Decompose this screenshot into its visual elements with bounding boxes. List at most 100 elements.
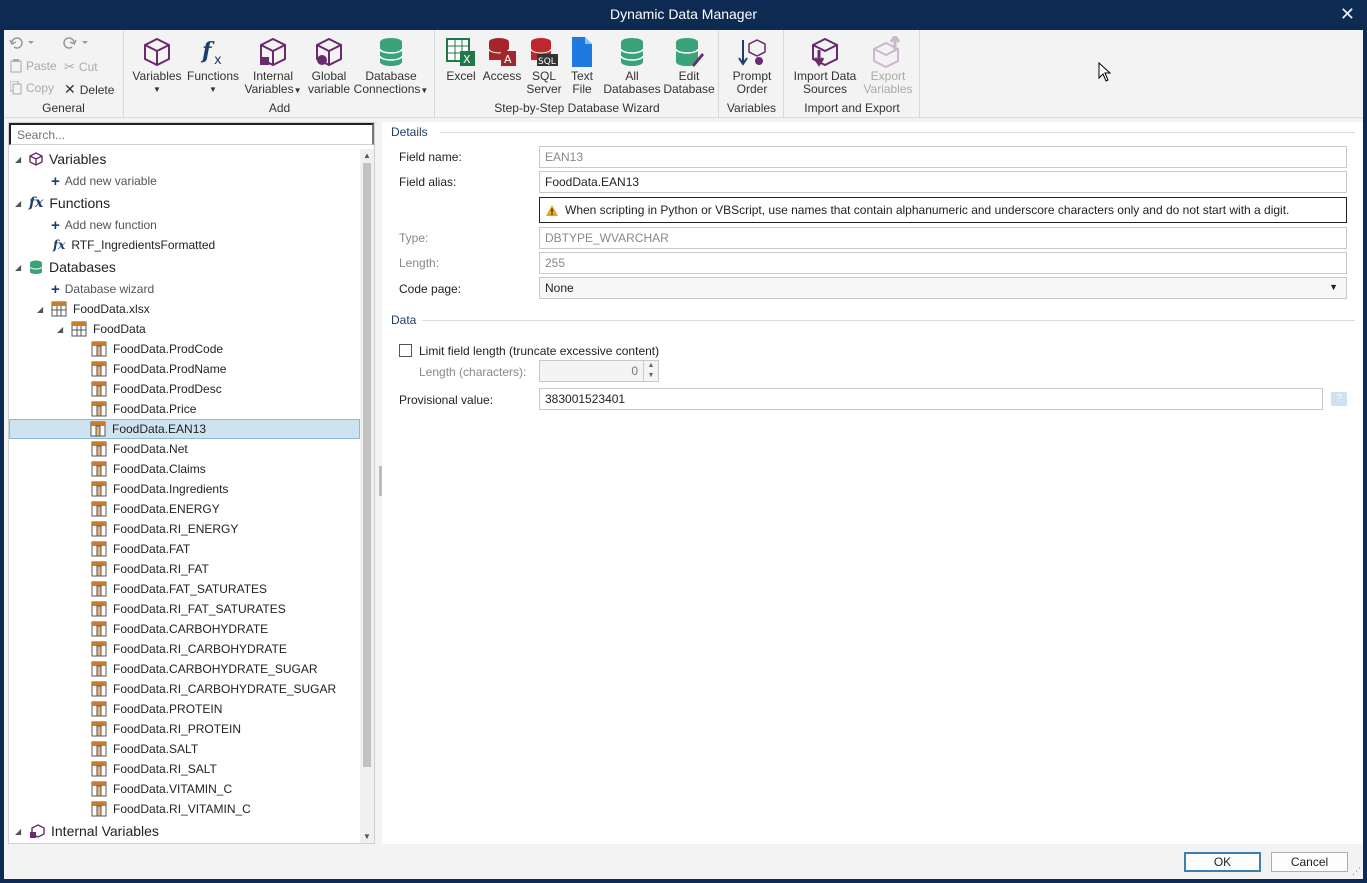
- svg-text:X: X: [463, 53, 471, 66]
- paste-button[interactable]: Paste: [10, 59, 57, 73]
- tree-field-item[interactable]: FoodData.FAT: [91, 539, 190, 559]
- global-variable-button[interactable]: Global variable: [303, 34, 355, 96]
- code-page-select[interactable]: None ▼: [539, 277, 1347, 299]
- variables-button[interactable]: Variables ▼: [131, 34, 183, 96]
- stepper-arrows[interactable]: ▲ ▼: [643, 361, 658, 381]
- delete-button[interactable]: ✕ Delete: [64, 81, 114, 98]
- tree-field-item[interactable]: FoodData.Net: [91, 439, 188, 459]
- stepper-down-icon[interactable]: ▼: [644, 371, 658, 381]
- close-icon[interactable]: ✕: [1340, 4, 1355, 25]
- excel-button[interactable]: X Excel: [444, 34, 478, 83]
- tree-field-item[interactable]: FoodData.RI_VITAMIN_C: [91, 799, 251, 819]
- tree-node-databases[interactable]: Databases: [29, 257, 116, 277]
- limit-length-label[interactable]: Limit field length (truncate excessive c…: [419, 344, 659, 358]
- collapse-arrow-icon[interactable]: ◢: [37, 305, 43, 314]
- tree-node-variables[interactable]: Variables: [29, 149, 106, 169]
- tree-field-item[interactable]: FoodData.Ingredients: [91, 479, 228, 499]
- tree-field-item[interactable]: FoodData.Price: [91, 399, 196, 419]
- window-title: Dynamic Data Manager: [609, 6, 758, 22]
- tree-field-item[interactable]: FoodData.FAT_SATURATES: [91, 579, 267, 599]
- ribbon-group-wizard: X Excel A Access SQL SQL Server Text Fil…: [436, 30, 719, 118]
- type-input[interactable]: DBTYPE_WVARCHAR: [539, 227, 1347, 249]
- tree-field-item[interactable]: FoodData.Claims: [91, 459, 206, 479]
- copy-button[interactable]: Copy: [10, 81, 54, 95]
- tree-field-item[interactable]: FoodData.RI_FAT_SATURATES: [91, 599, 286, 619]
- svg-text:SQL: SQL: [538, 57, 556, 67]
- tree-field-item[interactable]: FoodData.RI_FAT: [91, 559, 209, 579]
- functions-button[interactable]: fx Functions ▼: [185, 34, 241, 96]
- tree-field-item[interactable]: FoodData.EAN13: [9, 419, 360, 439]
- tree-node-functions[interactable]: fx Functions: [29, 193, 110, 213]
- internal-variables-button[interactable]: Internal Variables▼: [243, 34, 303, 97]
- tree-node-internal-variables[interactable]: Internal Variables: [29, 821, 159, 841]
- length-input[interactable]: 255: [539, 252, 1347, 274]
- provisional-value-input[interactable]: 383001523401: [539, 388, 1323, 410]
- dropdown-caret-icon: ▼: [153, 85, 161, 94]
- edit-database-button[interactable]: Edit Database: [662, 34, 716, 96]
- undo-button[interactable]: [8, 36, 34, 50]
- tree-field-item[interactable]: FoodData.ProdDesc: [91, 379, 222, 399]
- function-fx-icon: fx: [29, 195, 44, 211]
- dialog-window: Paste ✂ Cut Copy ✕ Delete General Variab…: [4, 30, 1363, 879]
- tree-field-item[interactable]: FoodData.RI_CARBOHYDRATE: [91, 639, 287, 659]
- tree-field-item[interactable]: FoodData.CARBOHYDRATE_SUGAR: [91, 659, 318, 679]
- text-file-icon: [572, 37, 592, 67]
- tree-field-item[interactable]: FoodData.VITAMIN_C: [91, 779, 232, 799]
- collapse-arrow-icon[interactable]: ◢: [57, 325, 63, 334]
- stepper-up-icon[interactable]: ▲: [644, 361, 658, 371]
- tree-field-item[interactable]: FoodData.ProdCode: [91, 339, 223, 359]
- length-characters-label: Length (characters):: [419, 365, 527, 379]
- limit-length-checkbox[interactable]: [399, 344, 412, 357]
- tree-add-function[interactable]: + Add new function: [51, 215, 157, 235]
- export-variables-button[interactable]: Export Variables: [861, 34, 915, 96]
- collapse-arrow-icon[interactable]: ◢: [15, 199, 21, 208]
- tree-field-item[interactable]: FoodData.RI_CARBOHYDRATE_SUGAR: [91, 679, 336, 699]
- collapse-arrow-icon[interactable]: ◢: [15, 263, 21, 272]
- sql-server-button[interactable]: SQL SQL Server: [524, 34, 564, 96]
- ok-button[interactable]: OK: [1184, 852, 1261, 872]
- plus-icon: +: [51, 172, 60, 190]
- tree-field-item[interactable]: FoodData.SALT: [91, 739, 198, 759]
- redo-button[interactable]: [60, 36, 90, 50]
- field-alias-input[interactable]: FoodData.EAN13: [539, 171, 1347, 193]
- speech-bubble-icon[interactable]: ?: [1331, 392, 1347, 406]
- tree-database-wizard[interactable]: + Database wizard: [51, 279, 154, 299]
- tree-field-item[interactable]: FoodData.ProdName: [91, 359, 226, 379]
- length-characters-stepper[interactable]: 0 ▲ ▼: [539, 360, 659, 382]
- text-file-button[interactable]: Text File: [564, 34, 600, 96]
- tree-field-item[interactable]: FoodData.RI_ENERGY: [91, 519, 238, 539]
- tree-function-item[interactable]: fx RTF_IngredientsFormatted: [53, 235, 215, 255]
- tree-field-item[interactable]: FoodData.RI_PROTEIN: [91, 719, 241, 739]
- scroll-up-icon[interactable]: ▲: [363, 151, 371, 160]
- database-connections-button[interactable]: Database Connections▼: [353, 34, 429, 97]
- collapse-arrow-icon[interactable]: ◢: [15, 155, 21, 164]
- tree-node-file[interactable]: FoodData.xlsx: [51, 299, 150, 319]
- import-icon: [812, 37, 838, 67]
- column-field-icon: [91, 341, 107, 357]
- scroll-down-icon[interactable]: ▼: [363, 832, 371, 841]
- column-field-icon: [91, 401, 107, 417]
- tree-field-item[interactable]: FoodData.PROTEIN: [91, 699, 222, 719]
- field-name-input[interactable]: EAN13: [539, 146, 1347, 168]
- tree-field-item[interactable]: FoodData.CARBOHYDRATE: [91, 619, 268, 639]
- column-field-icon: [91, 501, 107, 517]
- expand-arrow-icon[interactable]: ◢: [15, 827, 21, 836]
- ribbon-group-import-export: Import Data Sources Export Variables Imp…: [785, 30, 920, 118]
- tree-field-item[interactable]: FoodData.RI_SALT: [91, 759, 217, 779]
- all-databases-button[interactable]: All Databases: [602, 34, 662, 96]
- details-panel: Details Field name: EAN13 Field alias: F…: [382, 122, 1363, 844]
- tree-scrollbar[interactable]: ▲ ▼: [360, 149, 374, 843]
- cancel-button[interactable]: Cancel: [1271, 852, 1348, 872]
- tree-field-item[interactable]: FoodData.ENERGY: [91, 499, 220, 519]
- prompt-order-button[interactable]: Prompt Order: [728, 34, 776, 96]
- access-button[interactable]: A Access: [482, 34, 522, 83]
- resize-grip-icon[interactable]: ⋰: [1352, 866, 1361, 877]
- type-label: Type:: [399, 231, 429, 245]
- import-data-sources-button[interactable]: Import Data Sources: [791, 34, 859, 96]
- scrollbar-thumb[interactable]: [363, 163, 371, 767]
- tree-node-table[interactable]: FoodData: [71, 319, 146, 339]
- search-input[interactable]: [9, 123, 374, 145]
- tree-add-variable[interactable]: + Add new variable: [51, 171, 157, 191]
- cut-button[interactable]: ✂ Cut: [64, 59, 98, 75]
- column-field-icon: [91, 761, 107, 777]
